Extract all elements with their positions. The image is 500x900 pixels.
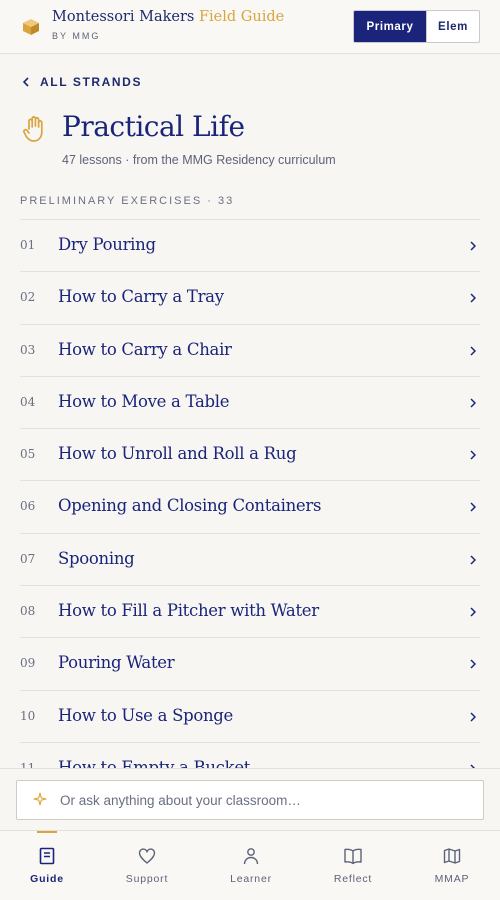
ask-placeholder: Or ask anything about your classroom… (60, 793, 301, 808)
nav-guide-label: Guide (30, 873, 64, 885)
nav-mmap-label: MMAP (434, 873, 470, 885)
nav-reflect-label: Reflect (333, 873, 373, 885)
lesson-row[interactable]: 09 Pouring Water (20, 637, 480, 689)
brand-main: Montessori Makers (52, 9, 195, 25)
chevron-left-icon (22, 77, 29, 87)
chevron-right-icon (470, 555, 476, 565)
lesson-number: 05 (20, 447, 36, 462)
lesson-number: 01 (20, 238, 36, 252)
brand-subtitle: BY MMG (52, 31, 101, 41)
page-title: Practical Life (62, 110, 245, 143)
nav-learner[interactable]: Learner (201, 831, 301, 900)
chevron-right-icon (470, 346, 476, 356)
nav-support-label: Support (125, 873, 169, 885)
nav-learner-label: Learner (230, 873, 272, 885)
ask-bar-container: Or ask anything about your classroom… (0, 768, 500, 830)
section-heading: PRELIMINARY EXERCISES · 33 (20, 195, 235, 207)
nav-reflect[interactable]: Reflect (303, 831, 403, 900)
all-strands-link[interactable]: ALL STRANDS (22, 75, 142, 89)
nav-support[interactable]: Support (97, 831, 197, 900)
lesson-row[interactable]: 04 How to Move a Table (20, 375, 480, 428)
lesson-row[interactable]: 03 How to Carry a Chair (20, 323, 480, 376)
lesson-row[interactable]: 02 How to Carry a Tray (20, 271, 480, 323)
lesson-number: 06 (20, 499, 36, 514)
lesson-title: Spooning (58, 548, 135, 568)
lesson-number: 09 (20, 656, 36, 671)
chevron-right-icon (470, 293, 476, 303)
nav-mmap[interactable]: MMAP (402, 831, 500, 900)
chevron-right-icon (470, 712, 476, 722)
lesson-title: How to Move a Table (58, 391, 230, 411)
lesson-row[interactable]: 10 How to Use a Sponge (20, 689, 480, 742)
lesson-title: Pouring Water (58, 653, 175, 673)
level-elem-button[interactable]: Elem (426, 11, 479, 42)
chevron-right-icon (470, 502, 476, 513)
brand-title: Montessori Makers Field Guide (52, 9, 284, 25)
lesson-row[interactable]: 06 Opening and Closing Containers (20, 480, 480, 532)
level-primary-button[interactable]: Primary (354, 11, 426, 42)
lesson-number: 08 (20, 604, 36, 619)
heart-icon (138, 848, 156, 864)
chevron-right-icon (470, 659, 476, 669)
lesson-title: How to Use a Sponge (58, 705, 234, 725)
chevron-right-icon (470, 398, 476, 408)
cube-logo-icon (23, 19, 39, 35)
lesson-number: 04 (20, 394, 36, 409)
lesson-title: Opening and Closing Containers (58, 496, 322, 516)
lesson-title: How to Unroll and Roll a Rug (58, 444, 297, 464)
chevron-right-icon (470, 450, 476, 460)
lesson-list: 01 Dry Pouring 02 How to Carry a Tray 03 How … (20, 219, 480, 794)
lesson-number: 07 (20, 551, 36, 566)
lesson-number: 10 (20, 708, 36, 723)
sparkle-icon (33, 792, 47, 806)
open-book-icon (344, 848, 362, 865)
all-strands-label: ALL STRANDS (40, 75, 143, 89)
hand-icon (23, 116, 43, 142)
lesson-row[interactable]: 05 How to Unroll and Roll a Rug (20, 428, 480, 480)
lesson-number: 02 (20, 290, 36, 305)
lesson-title: Dry Pouring (58, 235, 156, 254)
lesson-row[interactable]: 08 How to Fill a Pitcher with Water (20, 585, 480, 637)
page-subtitle: 47 lessons · from the MMG Residency curr… (62, 153, 336, 167)
person-icon (243, 848, 259, 865)
lesson-title: How to Carry a Chair (58, 339, 232, 359)
brand-accent: Field Guide (198, 9, 285, 25)
lesson-title: How to Carry a Tray (58, 287, 224, 307)
map-icon (443, 848, 461, 864)
notebook-icon (39, 847, 55, 865)
lesson-number: 03 (20, 342, 36, 357)
ask-input[interactable]: Or ask anything about your classroom… (16, 780, 484, 820)
nav-guide[interactable]: Guide (0, 831, 97, 900)
chevron-right-icon (470, 241, 476, 251)
lesson-row[interactable]: 07 Spooning (20, 532, 480, 585)
bottom-nav: Guide Support Learner Reflect MMAP (0, 830, 500, 900)
chevron-right-icon (470, 607, 476, 617)
level-toggle: Primary Elem (353, 10, 480, 43)
lesson-title: How to Fill a Pitcher with Water (58, 601, 319, 621)
lesson-row[interactable]: 01 Dry Pouring (20, 219, 480, 271)
app-header: Montessori Makers Field Guide BY MMG Pri… (0, 0, 500, 54)
